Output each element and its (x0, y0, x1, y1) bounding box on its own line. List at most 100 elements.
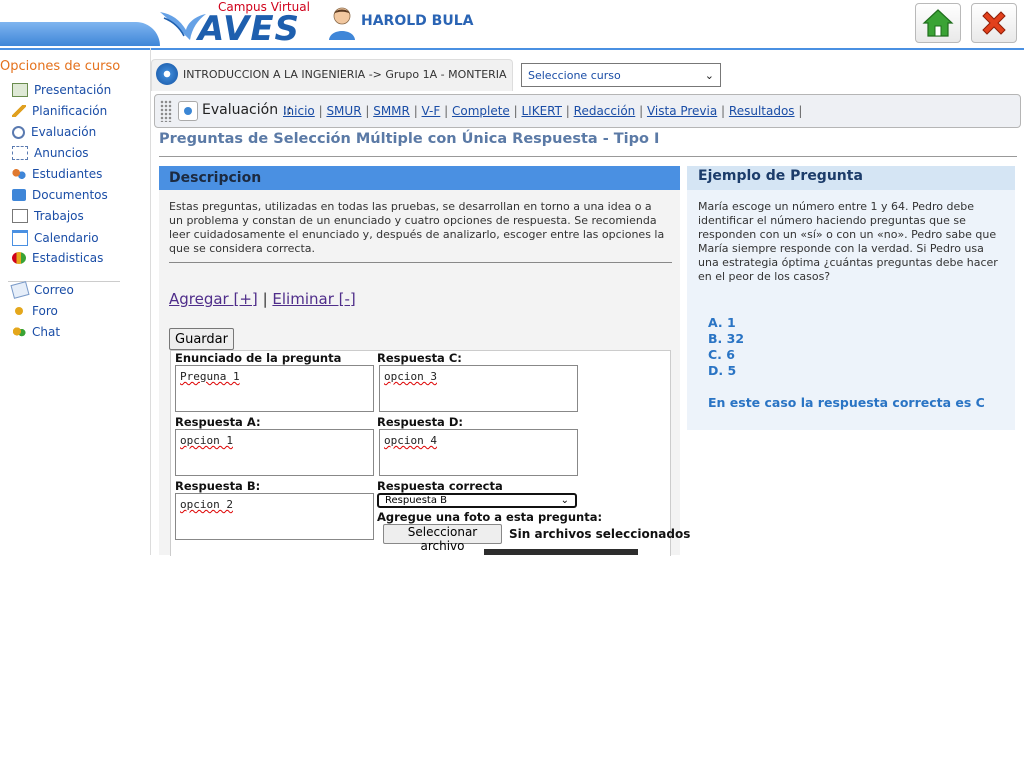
course-select[interactable]: Seleccione curso ⌄ (521, 63, 721, 87)
link-complete[interactable]: Complete (452, 104, 510, 118)
add-question-link[interactable]: Agregar [+] (169, 290, 258, 308)
students-icon (12, 168, 26, 180)
sidebar-item-label: Trabajos (34, 209, 84, 223)
question-value: Preguna 1 (180, 370, 240, 383)
heading-divider (159, 156, 1017, 157)
link-likert[interactable]: LIKERT (521, 104, 561, 118)
link-smmr[interactable]: SMMR (373, 104, 410, 118)
sidebar-item-estadisticas[interactable]: Estadisticas (12, 251, 103, 265)
example-option: D. 5 (708, 363, 737, 378)
remove-question-link[interactable]: Eliminar [-] (272, 290, 355, 308)
answer-b-value: opcion 2 (180, 498, 233, 511)
sidebar-item-label: Estadisticas (32, 251, 104, 265)
user-name: HAROLD BULA (361, 13, 474, 29)
course-logo-icon (156, 63, 178, 85)
answer-a-label: Respuesta A: (175, 415, 261, 429)
sidebar-item-label: Anuncios (34, 146, 89, 160)
correct-answer-value: Respuesta B (385, 495, 447, 506)
header-blue-strip (0, 22, 160, 46)
course-select-value: Seleccione curso (528, 68, 621, 82)
logo-title[interactable]: AVES (198, 9, 300, 49)
mail-icon (10, 281, 30, 299)
file-select-button[interactable]: Seleccionar archivo (383, 524, 502, 553)
save-button[interactable]: Guardar (169, 328, 234, 350)
description-title: Descripcion (169, 170, 262, 186)
answer-c-label: Respuesta C: (377, 351, 462, 365)
example-answer: En este caso la respuesta correcta es C (708, 395, 985, 410)
image-preview-strip (484, 549, 638, 555)
chat-icon (12, 326, 26, 338)
answer-c-textarea[interactable]: opcion 3 (379, 365, 578, 412)
answer-d-label: Respuesta D: (377, 415, 463, 429)
course-title: INTRODUCCION A LA INGENIERIA -> Grupo 1A… (183, 68, 507, 81)
photo-label: Agregue una foto a esta pregunta: (377, 510, 603, 524)
sidebar-item-label: Chat (32, 325, 61, 339)
link-resultados[interactable]: Resultados (729, 104, 795, 118)
forum-icon (15, 307, 23, 315)
sidebar-item-calendario[interactable]: Calendario (12, 230, 99, 246)
toolbar-grip-icon[interactable] (160, 100, 172, 122)
answer-d-value: opcion 4 (384, 434, 437, 447)
announcement-icon (12, 146, 28, 160)
documents-icon (12, 189, 26, 201)
evaluation-label: Evaluación :: (202, 102, 292, 118)
sidebar-title: Opciones de curso (0, 59, 121, 74)
correct-answer-select[interactable]: Respuesta B ⌄ (377, 493, 577, 508)
sidebar-item-chat[interactable]: Chat (12, 325, 60, 339)
correct-answer-label: Respuesta correcta (377, 479, 503, 493)
chevron-down-icon: ⌄ (704, 68, 714, 82)
description-divider (169, 262, 672, 263)
answer-b-label: Respuesta B: (175, 479, 261, 493)
calendar-icon (12, 230, 28, 246)
answer-a-value: opcion 1 (180, 434, 233, 447)
sidebar-item-planificacion[interactable]: Planificación (12, 104, 107, 118)
sidebar-item-estudiantes[interactable]: Estudiantes (12, 167, 102, 181)
user-avatar-icon (329, 7, 355, 40)
sidebar-item-evaluacion[interactable]: Evaluación (12, 125, 96, 139)
sidebar-item-label: Estudiantes (32, 167, 103, 181)
answer-a-textarea[interactable]: opcion 1 (175, 429, 374, 476)
home-icon (922, 9, 954, 37)
file-status: Sin archivos seleccionados (509, 527, 691, 541)
close-icon (982, 11, 1006, 35)
sidebar-item-label: Planificación (32, 104, 108, 118)
sidebar-item-anuncios[interactable]: Anuncios (12, 146, 89, 160)
sidebar-item-label: Foro (32, 304, 58, 318)
sidebar-item-foro[interactable]: Foro (12, 304, 58, 318)
sidebar-item-documentos[interactable]: Documentos (12, 188, 108, 202)
question-label: Enunciado de la pregunta (175, 351, 342, 365)
pencil-icon (12, 105, 26, 117)
sidebar-item-trabajos[interactable]: Trabajos (12, 209, 84, 223)
description-text: Estas preguntas, utilizadas en todas las… (169, 200, 665, 255)
add-remove-links: Agregar [+] | Eliminar [-] (169, 290, 356, 308)
example-option: A. 1 (708, 315, 736, 330)
exit-button[interactable] (971, 3, 1017, 43)
answer-d-textarea[interactable]: opcion 4 (379, 429, 578, 476)
sidebar-item-label: Correo (34, 283, 74, 297)
sidebar-item-label: Evaluación (31, 125, 97, 139)
sidebar-item-presentacion[interactable]: Presentación (12, 83, 111, 97)
example-options: A. 1 B. 32 C. 6 D. 5 (708, 315, 744, 379)
link-redaccion[interactable]: Redacción (574, 104, 636, 118)
link-vf[interactable]: V-F (422, 104, 441, 118)
evaluation-links: Inicio | SMUR | SMMR | V-F | Complete | … (283, 104, 803, 118)
stats-icon (12, 252, 26, 264)
chevron-down-icon: ⌄ (560, 495, 569, 506)
magnifier-icon (12, 125, 25, 139)
sidebar-item-label: Documentos (32, 188, 108, 202)
example-option: B. 32 (708, 331, 745, 346)
presentation-icon (12, 83, 28, 97)
question-textarea[interactable]: Preguna 1 (175, 365, 374, 412)
link-vista-previa[interactable]: Vista Previa (647, 104, 717, 118)
sidebar-item-correo[interactable]: Correo (10, 281, 74, 299)
evaluation-icon (178, 101, 198, 121)
link-separator: | (262, 290, 268, 308)
home-button[interactable] (915, 3, 961, 43)
sidebar-item-label: Calendario (34, 231, 99, 245)
link-inicio[interactable]: Inicio (283, 104, 315, 118)
sidebar-item-label: Presentación (34, 83, 112, 97)
example-question-text: María escoge un número entre 1 y 64. Ped… (698, 200, 998, 283)
answer-b-textarea[interactable]: opcion 2 (175, 493, 374, 540)
link-smur[interactable]: SMUR (326, 104, 361, 118)
example-option: C. 6 (708, 347, 735, 362)
